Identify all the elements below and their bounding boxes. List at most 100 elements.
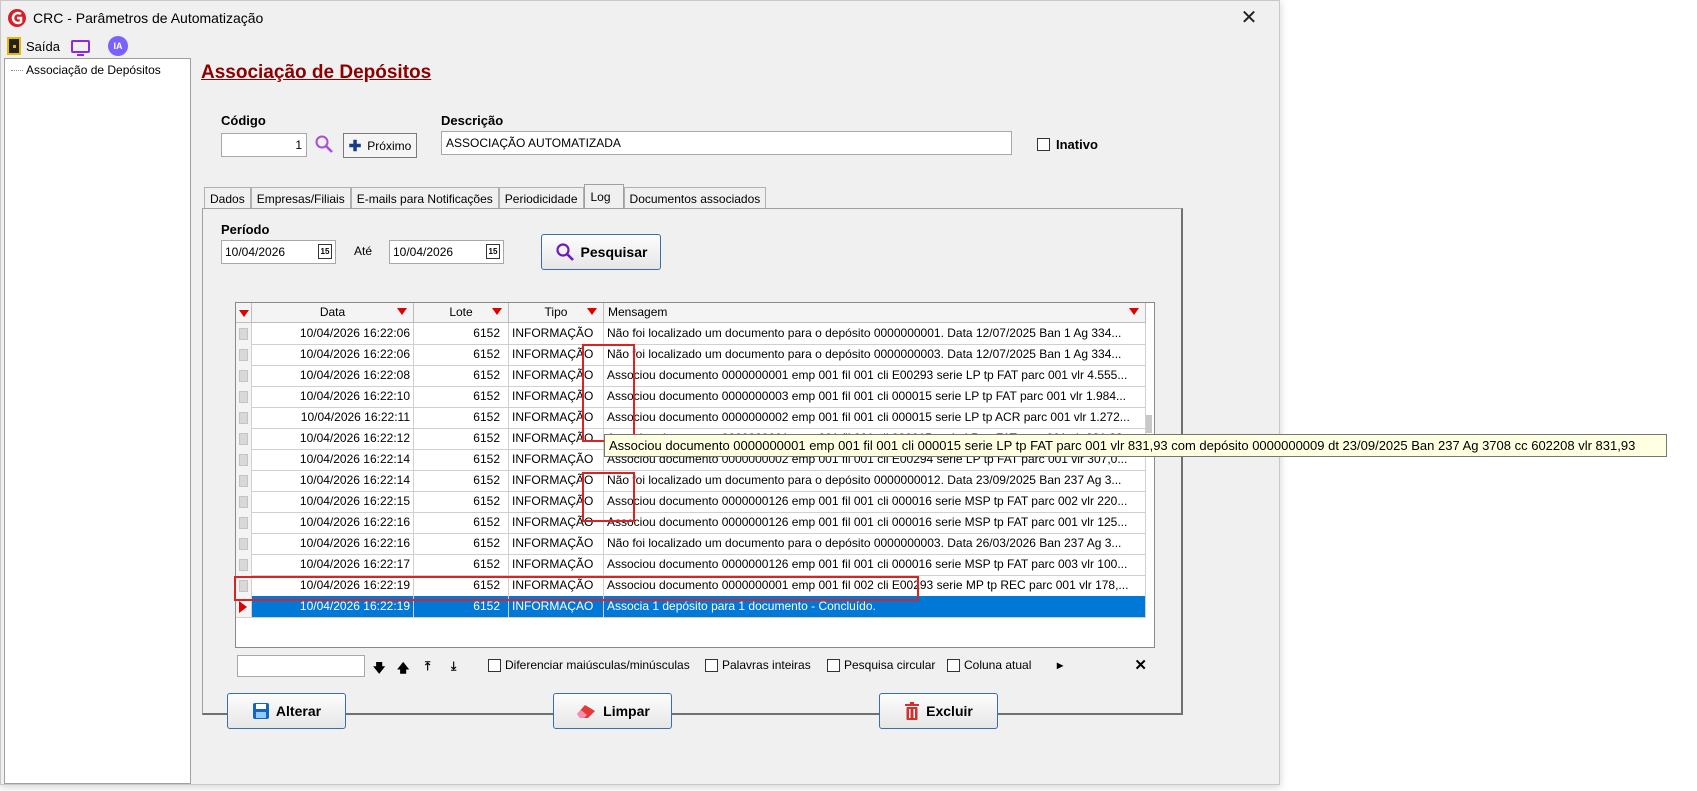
row-indicator[interactable]: [236, 512, 252, 534]
row-indicator[interactable]: [236, 596, 252, 618]
grid-header-indicator[interactable]: [236, 303, 252, 323]
table-row[interactable]: 10/04/2026 16:22:14 6152 INFORMAÇÃO Não foi…: [236, 470, 1154, 492]
cell-data[interactable]: 10/04/2026 16:22:08: [252, 365, 414, 387]
cell-lote[interactable]: 6152: [414, 407, 509, 429]
exit-button[interactable]: Saída: [7, 35, 60, 57]
table-row[interactable]: 10/04/2026 16:22:10 6152 INFORMAÇÃO Associo…: [236, 386, 1154, 408]
coluna-checkbox[interactable]: Coluna atual: [947, 658, 1031, 672]
coluna-checkbox-box[interactable]: [947, 658, 960, 672]
cell-data[interactable]: 10/04/2026 16:22:06: [252, 344, 414, 366]
cell-mensagem[interactable]: Associou documento 0000000126 emp 001 fi…: [604, 554, 1146, 576]
column-header-mensagem[interactable]: Mensagem: [604, 303, 1146, 323]
tab-periodicidade[interactable]: Periodicidade: [498, 187, 584, 209]
cell-tipo[interactable]: INFORMAÇÃO: [509, 344, 604, 366]
excluir-button[interactable]: Excluir: [879, 693, 998, 729]
proximo-button[interactable]: ✚ Próximo: [343, 133, 417, 158]
filter-funnel-icon[interactable]: [1129, 308, 1139, 315]
row-indicator[interactable]: [236, 533, 252, 555]
cell-mensagem[interactable]: Não foi localizado um documento para o d…: [604, 533, 1146, 555]
arrow-first-icon[interactable]: ⤒: [425, 659, 430, 674]
row-indicator[interactable]: [236, 554, 252, 576]
cell-mensagem[interactable]: Não foi localizado um documento para o d…: [604, 344, 1146, 366]
cell-data[interactable]: 10/04/2026 16:22:12: [252, 428, 414, 450]
alterar-button[interactable]: Alterar: [227, 693, 346, 729]
tab-dados[interactable]: Dados: [204, 187, 251, 209]
circular-checkbox[interactable]: Pesquisa circular: [827, 658, 935, 672]
cell-tipo[interactable]: INFORMAÇÃO: [509, 512, 604, 534]
grid-search-input[interactable]: [237, 655, 365, 677]
inativo-checkbox-box[interactable]: [1037, 138, 1050, 151]
cell-lote[interactable]: 6152: [414, 323, 509, 345]
date-from-input[interactable]: 10/04/2026 15: [221, 240, 336, 264]
row-indicator[interactable]: [236, 575, 252, 597]
row-indicator[interactable]: [236, 449, 252, 471]
table-row[interactable]: 10/04/2026 16:22:16 6152 INFORMAÇÃO Associo…: [236, 512, 1154, 534]
date-to-input[interactable]: 10/04/2026 15: [389, 240, 504, 264]
cell-tipo[interactable]: INFORMAÇÃO: [509, 533, 604, 555]
column-header-data[interactable]: Data: [252, 303, 414, 323]
cell-data[interactable]: 10/04/2026 16:22:06: [252, 323, 414, 345]
cell-lote[interactable]: 6152: [414, 386, 509, 408]
cell-tipo[interactable]: INFORMAÇÃO: [509, 575, 604, 597]
cell-data[interactable]: 10/04/2026 16:22:15: [252, 491, 414, 513]
cell-mensagem[interactable]: Associou documento 0000000003 emp 001 fi…: [604, 386, 1146, 408]
cell-data[interactable]: 10/04/2026 16:22:19: [252, 575, 414, 597]
cell-tipo[interactable]: INFORMAÇÃO: [509, 407, 604, 429]
cell-lote[interactable]: 6152: [414, 512, 509, 534]
cell-mensagem[interactable]: Associou documento 0000000126 emp 001 fi…: [604, 512, 1146, 534]
cell-tipo[interactable]: INFORMAÇÃO: [509, 323, 604, 345]
cell-tipo[interactable]: INFORMAÇÃO: [509, 449, 604, 471]
row-indicator[interactable]: [236, 428, 252, 450]
palavras-checkbox-box[interactable]: [705, 658, 718, 672]
cell-mensagem[interactable]: Associa 1 depósito para 1 documento - Co…: [604, 596, 1146, 618]
cell-data[interactable]: 10/04/2026 16:22:17: [252, 554, 414, 576]
cell-lote[interactable]: 6152: [414, 554, 509, 576]
cell-lote[interactable]: 6152: [414, 470, 509, 492]
cell-data[interactable]: 10/04/2026 16:22:16: [252, 512, 414, 534]
cell-tipo[interactable]: INFORMAÇÃO: [509, 596, 604, 618]
cell-mensagem[interactable]: Associou documento 0000000001 emp 001 fi…: [604, 365, 1146, 387]
cell-lote[interactable]: 6152: [414, 449, 509, 471]
filter-funnel-icon[interactable]: [587, 308, 597, 315]
cell-tipo[interactable]: INFORMAÇÃO: [509, 386, 604, 408]
cell-tipo[interactable]: INFORMAÇÃO: [509, 491, 604, 513]
calendar-icon[interactable]: 15: [318, 244, 332, 259]
tree-item-associacao[interactable]: Associação de Depósitos: [11, 63, 161, 77]
table-row[interactable]: 10/04/2026 16:22:06 6152 INFORMAÇÃO Não foi…: [236, 323, 1154, 345]
row-indicator[interactable]: [236, 491, 252, 513]
arrow-up-icon[interactable]: 🡅: [397, 659, 409, 680]
close-search-icon[interactable]: ✕: [1134, 656, 1147, 674]
cell-mensagem[interactable]: Associou documento 0000000126 emp 001 fi…: [604, 491, 1146, 513]
limpar-button[interactable]: Limpar: [553, 693, 672, 729]
table-row[interactable]: 10/04/2026 16:22:17 6152 INFORMAÇÃO Associo…: [236, 554, 1154, 576]
table-row[interactable]: 10/04/2026 16:22:15 6152 INFORMAÇÃO Associo…: [236, 491, 1154, 513]
monitor-button[interactable]: [71, 35, 90, 57]
filter-funnel-icon[interactable]: [397, 308, 407, 315]
table-row[interactable]: 10/04/2026 16:22:19 6152 INFORMAÇÃO Associo…: [236, 575, 1154, 597]
codigo-search-icon[interactable]: [314, 134, 334, 154]
cell-lote[interactable]: 6152: [414, 428, 509, 450]
table-row[interactable]: 10/04/2026 16:22:11 6152 INFORMAÇÃO Associo…: [236, 407, 1154, 429]
cell-tipo[interactable]: INFORMAÇÃO: [509, 554, 604, 576]
filter-funnel-icon[interactable]: [492, 308, 502, 315]
cell-tipo[interactable]: INFORMAÇÃO: [509, 470, 604, 492]
cell-lote[interactable]: 6152: [414, 365, 509, 387]
cell-data[interactable]: 10/04/2026 16:22:14: [252, 470, 414, 492]
cell-lote[interactable]: 6152: [414, 596, 509, 618]
arrow-last-icon[interactable]: ⤓: [451, 659, 456, 674]
descricao-input[interactable]: ASSOCIAÇÃO AUTOMATIZADA: [441, 131, 1012, 155]
cell-mensagem[interactable]: Associou documento 0000000002 emp 001 fi…: [604, 407, 1146, 429]
cell-data[interactable]: 10/04/2026 16:22:14: [252, 449, 414, 471]
cell-data[interactable]: 10/04/2026 16:22:10: [252, 386, 414, 408]
codigo-input[interactable]: 1: [221, 133, 307, 157]
cell-lote[interactable]: 6152: [414, 575, 509, 597]
inativo-checkbox[interactable]: Inativo: [1037, 137, 1098, 152]
tab-log[interactable]: Log: [583, 184, 624, 209]
tab-emails[interactable]: E-mails para Notificações: [350, 187, 499, 209]
column-header-tipo[interactable]: Tipo: [509, 303, 604, 323]
column-header-lote[interactable]: Lote: [414, 303, 509, 323]
row-indicator[interactable]: [236, 407, 252, 429]
row-indicator[interactable]: [236, 344, 252, 366]
cell-data[interactable]: 10/04/2026 16:22:16: [252, 533, 414, 555]
cell-mensagem[interactable]: Não foi localizado um documento para o d…: [604, 470, 1146, 492]
